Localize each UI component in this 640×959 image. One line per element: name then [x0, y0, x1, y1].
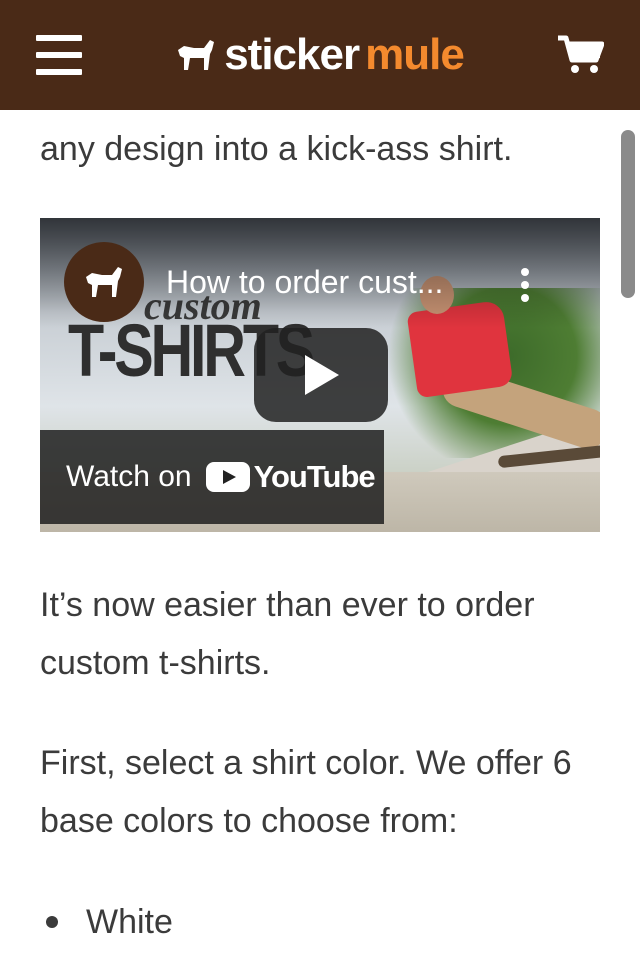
- watch-on-label: Watch on: [66, 460, 192, 493]
- watch-on-youtube-button[interactable]: Watch on YouTube: [40, 430, 384, 524]
- scrollbar[interactable]: [621, 130, 635, 298]
- channel-avatar[interactable]: [64, 242, 144, 322]
- more-options-icon[interactable]: [520, 268, 530, 302]
- paragraph-easier: It’s now easier than ever to order custo…: [40, 586, 535, 682]
- list-item: White: [40, 894, 600, 950]
- youtube-logo: YouTube: [205, 459, 376, 495]
- color-label: White: [86, 903, 173, 941]
- youtube-embed[interactable]: custom T-SHIRTS How to order cust... Wat…: [40, 218, 600, 532]
- play-icon: [305, 355, 339, 395]
- mule-icon: [86, 267, 122, 297]
- color-list: White: [40, 894, 600, 950]
- mule-icon: [178, 40, 215, 70]
- youtube-play-icon: [205, 462, 250, 492]
- play-button[interactable]: [254, 328, 388, 422]
- cart-icon[interactable]: [556, 34, 604, 76]
- youtube-label: YouTube: [253, 459, 376, 494]
- menu-icon[interactable]: [36, 35, 82, 75]
- logo-text-sticker: sticker: [224, 30, 360, 79]
- video-title[interactable]: How to order cust...: [166, 264, 443, 301]
- article-content: any design into a kick-ass shirt.: [40, 110, 600, 170]
- bullet: [46, 916, 58, 928]
- intro-text: any design into a kick-ass shirt.: [40, 130, 513, 168]
- paragraph-select-color: First, select a shirt color. We offer 6 …: [40, 744, 572, 840]
- logo-text-mule: mule: [365, 30, 465, 79]
- site-logo[interactable]: sticker mule: [174, 30, 465, 80]
- site-header: sticker mule: [0, 0, 640, 110]
